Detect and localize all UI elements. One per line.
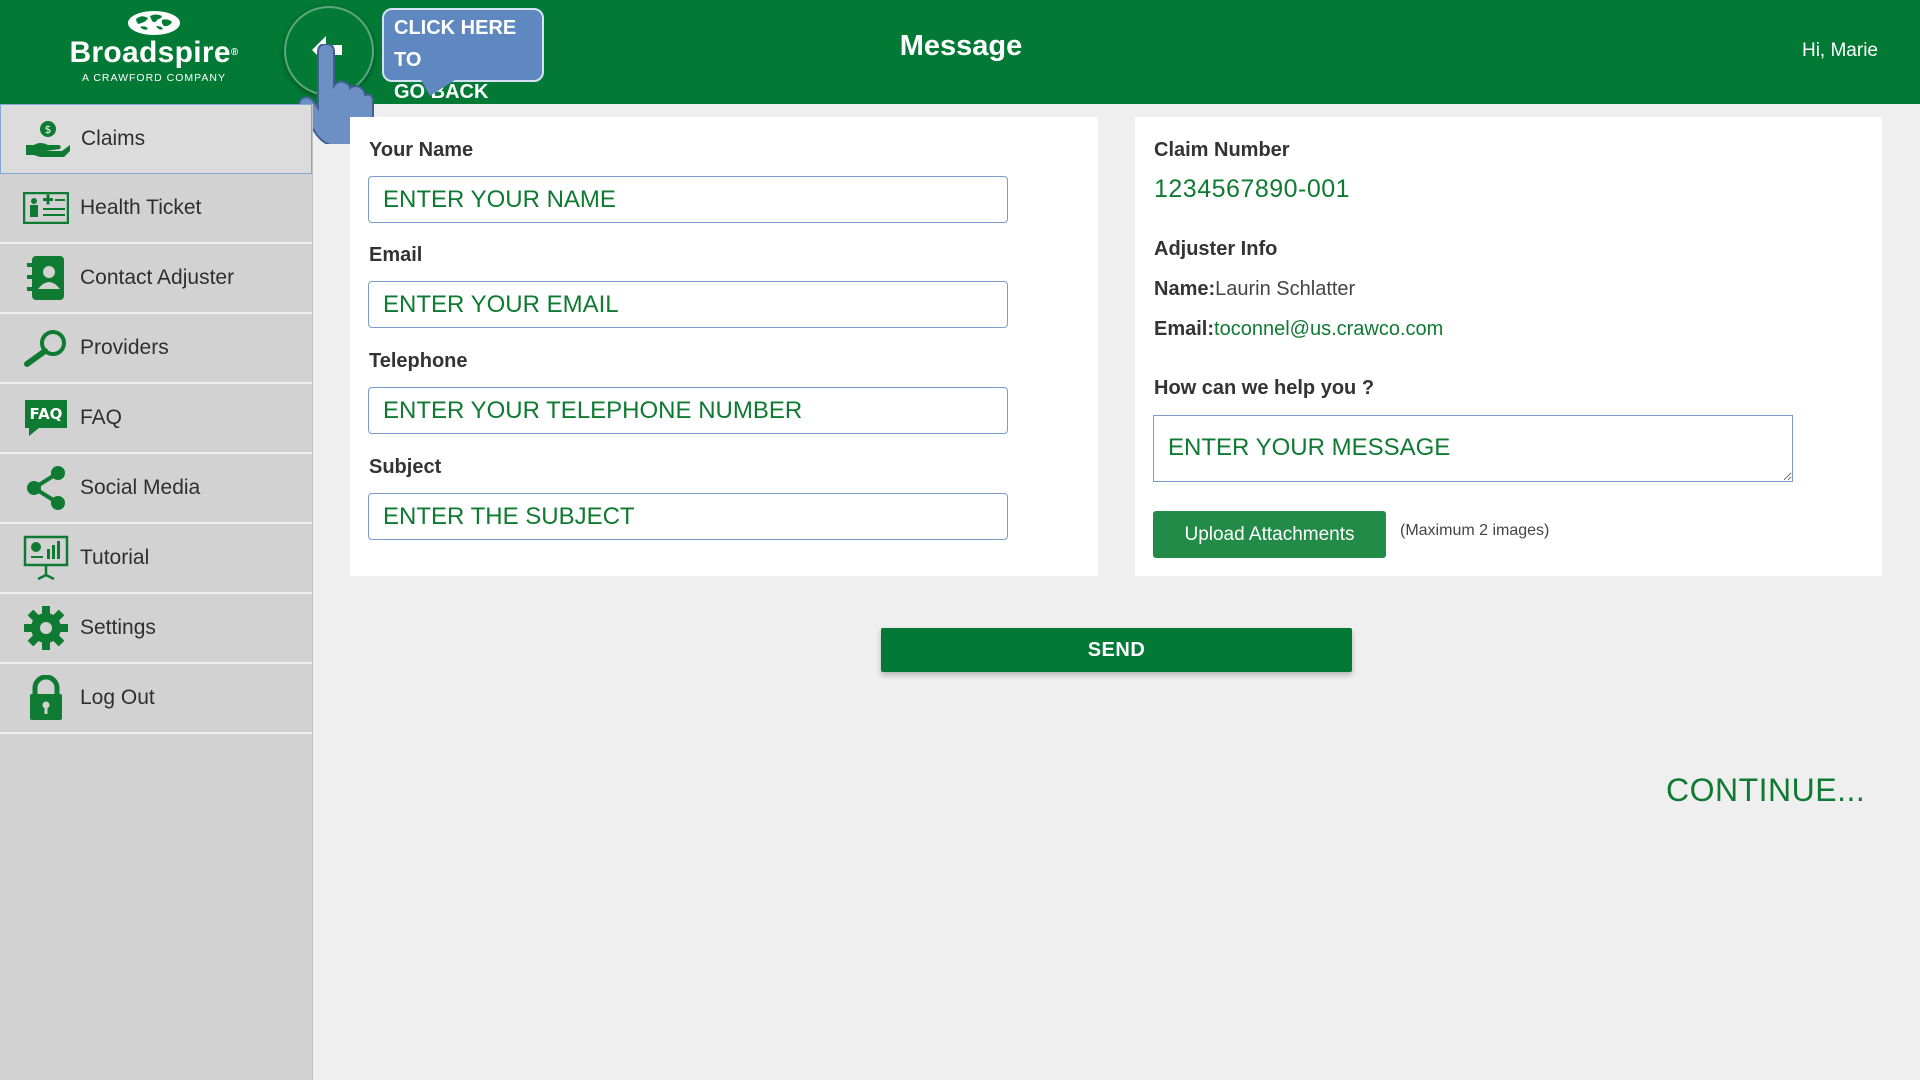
sidebar-item-contact-adjuster[interactable]: Contact Adjuster (0, 244, 312, 314)
sidebar-item-providers[interactable]: Providers (0, 314, 312, 384)
health-ticket-icon (18, 180, 74, 236)
name-label: Your Name (369, 139, 474, 161)
adjuster-name-key: Name: (1154, 278, 1216, 300)
svg-text:$: $ (45, 123, 52, 136)
brand-subtitle: A CRAWFORD COMPANY (81, 72, 226, 84)
svg-text:FAQ: FAQ (30, 405, 63, 423)
adjuster-email-line: Email:toconnel@us.crawco.com (1154, 318, 1443, 341)
claim-number-value: 1234567890-001 (1154, 175, 1351, 203)
telephone-input[interactable] (368, 387, 1008, 434)
sidebar-item-label: Contact Adjuster (80, 266, 235, 289)
tooltip-line-1: CLICK HERE TO (394, 17, 517, 71)
sidebar-item-label: Claims (81, 127, 146, 150)
name-input[interactable] (368, 176, 1008, 223)
adjuster-name-value: Laurin Schlatter (1215, 278, 1356, 300)
sidebar-item-log-out[interactable]: Log Out (0, 664, 312, 734)
sidebar-item-social-media[interactable]: Social Media (0, 454, 312, 524)
sidebar-item-settings[interactable]: Settings (0, 594, 312, 664)
telephone-label: Telephone (369, 350, 468, 372)
share-icon (18, 460, 74, 516)
message-textarea[interactable] (1153, 415, 1793, 482)
subject-label: Subject (369, 456, 442, 478)
presentation-icon (18, 530, 74, 586)
lock-icon (18, 670, 74, 726)
sidebar-item-label: Providers (80, 336, 169, 359)
faq-icon: FAQ (18, 390, 74, 446)
max-images-note: (Maximum 2 images) (1400, 522, 1550, 539)
contact-form-card: Your Name Email Telephone Subject (350, 117, 1098, 576)
tooltip-line-2: GO BACK (394, 81, 489, 103)
continue-link[interactable]: CONTINUE... (1666, 772, 1865, 809)
sidebar-item-health-ticket[interactable]: Health Ticket (0, 174, 312, 244)
sidebar-nav: $ Claims Health Ticket Contact Adjuster (0, 104, 313, 1080)
send-button[interactable]: SEND (881, 628, 1352, 672)
magnifier-icon (18, 320, 74, 376)
adjuster-name-line: Name:Laurin Schlatter (1154, 278, 1355, 301)
sidebar-item-claims[interactable]: $ Claims (0, 104, 312, 174)
claim-info-card: Claim Number 1234567890-001 Adjuster Inf… (1135, 117, 1882, 576)
adjuster-info-label: Adjuster Info (1154, 238, 1278, 260)
sidebar-item-label: Log Out (80, 686, 155, 709)
hand-money-icon: $ (19, 111, 75, 167)
upload-attachments-button[interactable]: Upload Attachments (1153, 511, 1386, 558)
tooltip-tail (420, 78, 458, 96)
adjuster-email-link[interactable]: toconnel@us.crawco.com (1214, 318, 1443, 340)
sidebar-item-label: Social Media (80, 476, 201, 499)
sidebar-item-label: Health Ticket (80, 196, 202, 219)
adjuster-email-key: Email: (1154, 318, 1215, 340)
contact-book-icon (18, 250, 74, 306)
sidebar-item-tutorial[interactable]: Tutorial (0, 524, 312, 594)
email-input[interactable] (368, 281, 1008, 328)
go-back-tooltip[interactable]: CLICK HERE TO GO BACK (382, 8, 544, 103)
sidebar-item-faq[interactable]: FAQ FAQ (0, 384, 312, 454)
subject-input[interactable] (368, 493, 1008, 540)
claim-number-label: Claim Number (1154, 139, 1290, 161)
email-label: Email (369, 244, 423, 266)
sidebar-item-label: Tutorial (80, 546, 150, 569)
help-label: How can we help you ? (1154, 377, 1375, 399)
sidebar-item-label: FAQ (80, 406, 123, 429)
sidebar-item-label: Settings (80, 616, 156, 639)
gear-icon (18, 600, 74, 656)
user-greeting: Hi, Marie (1801, 40, 1878, 61)
